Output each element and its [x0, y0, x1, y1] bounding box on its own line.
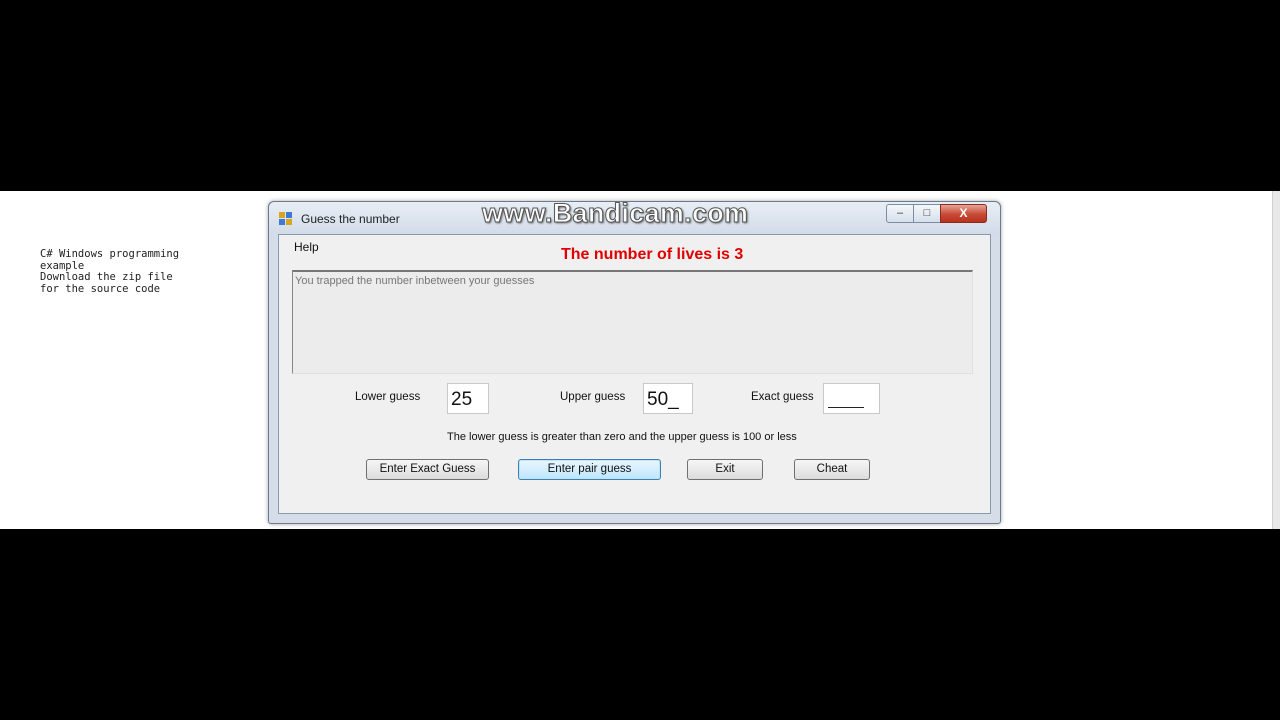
window-title: Guess the number: [301, 212, 400, 226]
lower-guess-label: Lower guess: [355, 391, 421, 403]
close-icon: X: [959, 206, 968, 220]
form-client-area: Help The number of lives is 3 You trappe…: [278, 234, 991, 514]
lower-guess-input[interactable]: 25: [447, 383, 489, 414]
enter-pair-guess-button[interactable]: Enter pair guess: [518, 459, 661, 480]
exit-button[interactable]: Exit: [687, 459, 763, 480]
maximize-icon: □: [923, 207, 931, 219]
enter-exact-guess-button[interactable]: Enter Exact Guess: [366, 459, 489, 480]
close-button[interactable]: X: [940, 204, 987, 223]
message-box[interactable]: You trapped the number inbetween your gu…: [292, 270, 973, 374]
watermark: www.Bandicam.com: [481, 198, 749, 229]
app-window-icon: [279, 212, 293, 226]
maximize-button[interactable]: □: [913, 204, 941, 223]
upper-guess-label: Upper guess: [560, 391, 626, 403]
exact-guess-input[interactable]: [823, 383, 880, 414]
exact-guess-placeholder-line: [828, 407, 864, 408]
scrollbar[interactable]: [1272, 191, 1280, 529]
upper-guess-input[interactable]: 50_: [643, 383, 693, 414]
menu-help[interactable]: Help: [294, 240, 319, 254]
title-bar[interactable]: Guess the number www.Bandicam.com – □ X: [269, 198, 1000, 234]
minimize-button[interactable]: –: [886, 204, 914, 223]
guess-hint: The lower guess is greater than zero and…: [447, 431, 797, 443]
message-text: You trapped the number inbetween your gu…: [295, 275, 535, 287]
cheat-button[interactable]: Cheat: [794, 459, 870, 480]
side-note: C# Windows programming example Download …: [40, 248, 180, 295]
app-window: Guess the number www.Bandicam.com – □ X …: [268, 198, 1001, 524]
lives-label: The number of lives is 3: [561, 246, 744, 263]
minimize-icon: –: [896, 207, 904, 219]
exact-guess-label: Exact guess: [751, 391, 814, 403]
